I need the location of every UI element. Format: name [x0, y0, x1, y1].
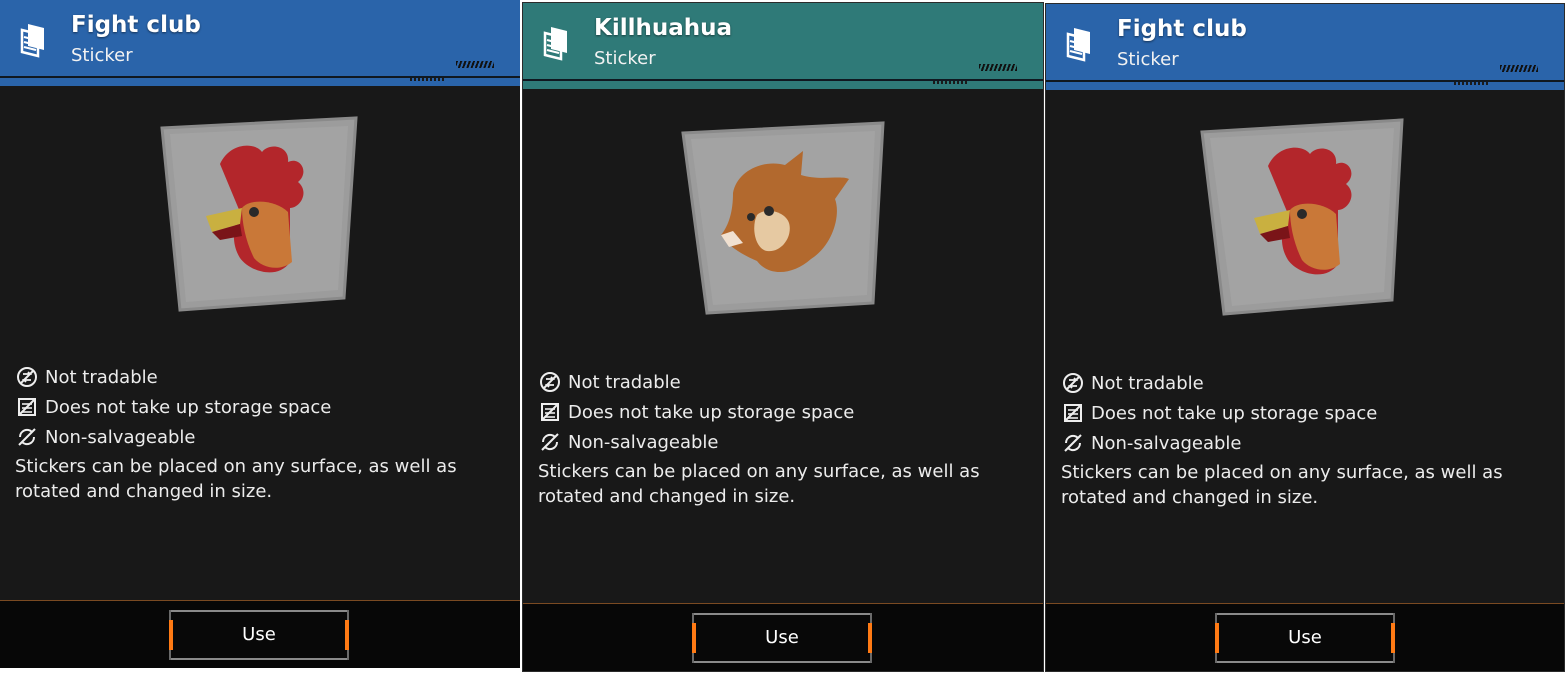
card-footer: Use	[0, 600, 520, 668]
property-not-tradable: Not tradable	[15, 362, 500, 392]
item-properties: Not tradable Does not take up storage sp…	[538, 367, 1023, 509]
card-header: Killhuahua Sticker	[523, 3, 1043, 89]
item-title: Fight club	[1117, 16, 1247, 42]
property-label: Non-salvageable	[45, 426, 196, 448]
property-label: Not tradable	[45, 366, 158, 388]
property-not-tradable: Not tradable	[538, 367, 1023, 397]
property-no-storage: Does not take up storage space	[1061, 398, 1544, 428]
not-tradable-icon	[17, 367, 37, 387]
card-footer: Use	[523, 603, 1043, 671]
item-description: Stickers can be placed on any surface, a…	[1061, 462, 1503, 508]
header-hatch-decoration	[979, 64, 1017, 71]
not-tradable-icon	[1063, 373, 1083, 393]
item-card-fight-club: Fight club Sticker Not tradable Does not…	[0, 0, 520, 668]
use-button[interactable]: Use	[169, 610, 349, 660]
no-storage-icon	[18, 398, 36, 416]
chihuahua-sticker-icon	[681, 121, 885, 315]
property-label: Non-salvageable	[1091, 432, 1242, 454]
property-no-storage: Does not take up storage space	[15, 392, 500, 422]
rooster-sticker-icon	[160, 116, 358, 312]
no-storage-icon	[1064, 404, 1082, 422]
card-header: Fight club Sticker	[1046, 4, 1564, 90]
non-salvageable-icon	[541, 433, 559, 451]
item-properties: Not tradable Does not take up storage sp…	[15, 362, 500, 504]
item-title: Fight club	[71, 12, 201, 38]
header-dots-decoration	[933, 81, 967, 84]
non-salvageable-icon	[1064, 434, 1082, 452]
item-type: Sticker	[1117, 49, 1179, 70]
item-description: Stickers can be placed on any surface, a…	[15, 456, 457, 502]
no-storage-icon	[541, 403, 559, 421]
item-card-fight-club: Fight club Sticker Not tradable Does not…	[1045, 3, 1565, 672]
item-title: Killhuahua	[594, 15, 733, 41]
property-non-salvageable: Non-salvageable	[15, 422, 500, 452]
property-label: Non-salvageable	[568, 431, 719, 453]
item-type: Sticker	[594, 48, 656, 69]
header-hatch-decoration	[1500, 65, 1538, 72]
property-no-storage: Does not take up storage space	[538, 397, 1023, 427]
header-hatch-decoration	[456, 61, 494, 68]
use-button-label: Use	[765, 627, 799, 648]
property-non-salvageable: Non-salvageable	[538, 427, 1023, 457]
card-footer: Use	[1046, 603, 1564, 671]
sticker-category-icon	[543, 27, 567, 61]
use-button[interactable]: Use	[1215, 613, 1395, 663]
not-tradable-icon	[540, 372, 560, 392]
item-type: Sticker	[71, 45, 133, 66]
property-label: Does not take up storage space	[1091, 402, 1378, 424]
property-label: Not tradable	[1091, 372, 1204, 394]
use-button[interactable]: Use	[692, 613, 872, 663]
property-label: Does not take up storage space	[45, 396, 332, 418]
property-label: Does not take up storage space	[568, 401, 855, 423]
header-dots-decoration	[410, 78, 444, 81]
use-button-label: Use	[1288, 627, 1322, 648]
header-dots-decoration	[1454, 82, 1488, 85]
sticker-category-icon	[20, 24, 44, 58]
card-header: Fight club Sticker	[0, 0, 520, 86]
property-non-salvageable: Non-salvageable	[1061, 428, 1544, 458]
property-label: Not tradable	[568, 371, 681, 393]
rooster-sticker-icon	[1200, 118, 1404, 316]
item-card-killhuahua: Killhuahua Sticker Not tradable Does not…	[522, 2, 1044, 672]
sticker-category-icon	[1066, 28, 1090, 62]
item-properties: Not tradable Does not take up storage sp…	[1061, 368, 1544, 510]
property-not-tradable: Not tradable	[1061, 368, 1544, 398]
use-button-label: Use	[242, 624, 276, 645]
non-salvageable-icon	[18, 428, 36, 446]
item-description: Stickers can be placed on any surface, a…	[538, 461, 980, 507]
